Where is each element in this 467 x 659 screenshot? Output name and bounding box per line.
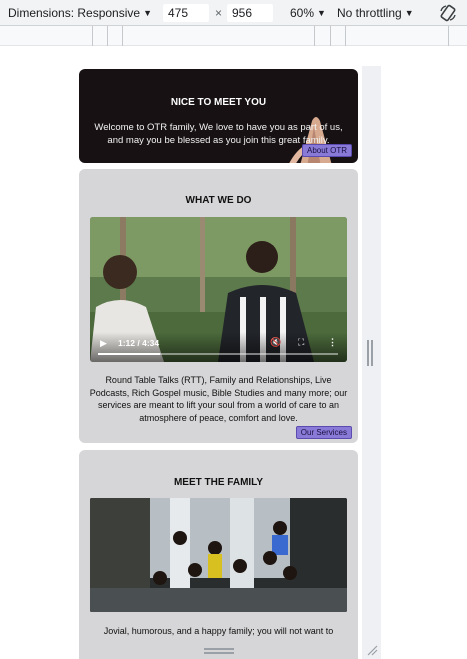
bottom-resize-handle[interactable] [204,646,234,656]
dimensions-label: Dimensions: Responsive [8,6,141,20]
what-we-do-title: WHAT WE DO [185,195,252,206]
height-input[interactable]: 956 [227,4,273,22]
our-services-button[interactable]: Our Services [295,426,352,439]
meet-the-family-title: MEET THE FAMILY [173,477,264,488]
times-sign: × [215,6,223,20]
throttling-dropdown[interactable]: No throttling ▼ [337,6,414,20]
dimensions-dropdown[interactable]: Dimensions: Responsive ▼ [8,6,152,20]
video-progress-bar[interactable] [98,353,338,355]
right-resize-handle[interactable] [365,340,375,366]
corner-resize-grip[interactable] [366,644,378,656]
devtools-toolbar: Dimensions: Responsive ▼ 475 × 956 60% ▼… [0,0,467,26]
hero-title: NICE TO MEET YOU [170,97,267,108]
media-query-ruler [0,26,467,46]
zoom-label: 60% [290,6,315,20]
family-waterfall-photo [90,498,347,612]
caret-down-icon: ▼ [317,8,326,18]
about-otr-button[interactable]: About OTR [301,144,352,157]
video-player[interactable]: ▶ 1:12 / 4:34 🔇 ⛶ ⋮ [90,217,347,362]
caret-down-icon: ▼ [404,8,414,18]
video-controls: ▶ 1:12 / 4:34 🔇 ⛶ ⋮ [90,332,347,362]
what-we-do-card: WHAT WE DO ▶ 1:12 / 4:34 🔇 ⛶ ⋮ Round Tab… [79,169,358,443]
throttling-label: No throttling [337,6,402,20]
family-description: Jovial, humorous, and a happy family; yo… [103,626,334,636]
video-progress-fill [98,353,161,355]
services-description: Round Table Talks (RTT), Family and Rela… [89,375,348,423]
width-input[interactable]: 475 [163,4,209,22]
more-options-icon[interactable]: ⋮ [328,337,337,348]
muted-speaker-icon[interactable]: 🔇 [270,337,281,348]
meet-the-family-card: MEET THE FAMILY Jovial, humorous, and a … [79,450,358,659]
hero-card: NICE TO MEET YOU Welcome to OTR family, … [79,69,358,163]
play-icon[interactable]: ▶ [100,338,107,349]
web-page: NICE TO MEET YOU Welcome to OTR family, … [75,66,362,659]
rotate-icon[interactable] [438,3,458,23]
video-time: 1:12 / 4:34 [118,338,160,348]
fullscreen-icon[interactable]: ⛶ [298,337,304,348]
zoom-dropdown[interactable]: 60% ▼ [290,6,326,20]
emulated-device: NICE TO MEET YOU Welcome to OTR family, … [75,66,381,659]
caret-down-icon: ▼ [143,8,152,18]
